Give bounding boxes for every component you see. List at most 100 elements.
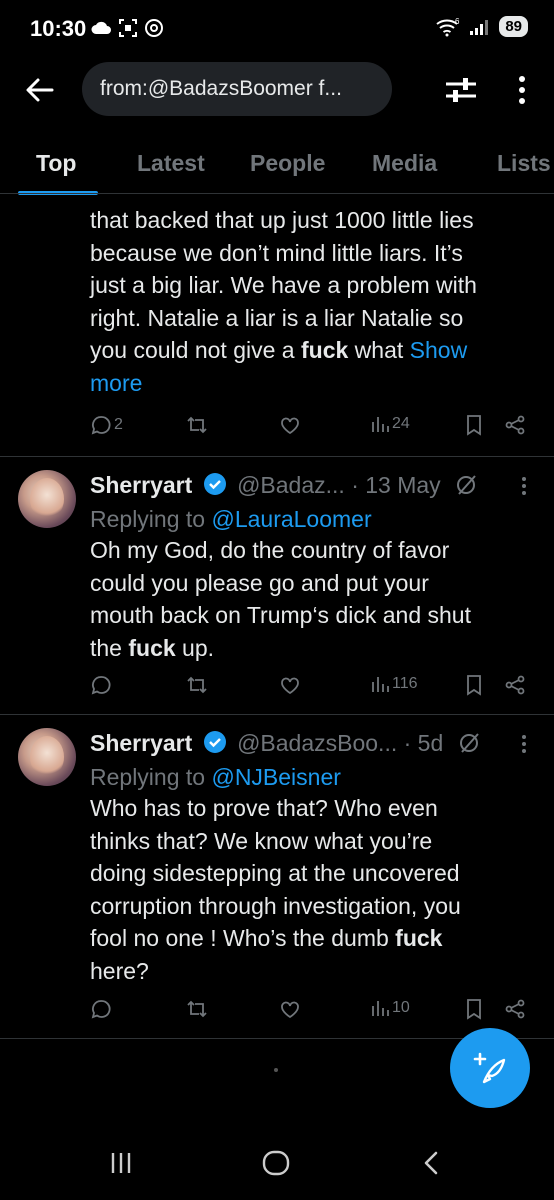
back-arrow-icon[interactable] bbox=[24, 74, 56, 106]
status-time: 10:30 bbox=[30, 16, 87, 41]
tweet-text-bold: fuck bbox=[128, 634, 176, 661]
views-button[interactable]: 10 bbox=[370, 998, 410, 1018]
home-icon[interactable] bbox=[262, 1150, 290, 1176]
search-query: from:@BadazsBoomer f... bbox=[100, 77, 342, 100]
heart-icon bbox=[281, 1001, 299, 1019]
reply-icon bbox=[91, 676, 111, 695]
views-chart-icon bbox=[372, 1001, 389, 1016]
tweet-text-line: thinks that? We know what you’re bbox=[90, 827, 433, 854]
more-options-icon[interactable] bbox=[510, 72, 534, 108]
share-button[interactable] bbox=[504, 674, 526, 696]
views-button[interactable]: 116 bbox=[370, 674, 418, 694]
reply-mention-link[interactable]: @LauraLoomer bbox=[211, 506, 371, 532]
views-count: 24 bbox=[392, 415, 410, 432]
tweet-text-line: right. Natalie a liar is a liar Natalie … bbox=[90, 304, 464, 331]
tweet-menu-icon[interactable] bbox=[514, 732, 534, 756]
compose-feather-icon bbox=[473, 1052, 506, 1084]
compose-post-button[interactable] bbox=[450, 1028, 530, 1108]
retweet-icon bbox=[187, 1000, 207, 1018]
search-input[interactable]: from:@BadazsBoomer f... bbox=[82, 62, 392, 116]
replying-to-prefix: Replying to bbox=[90, 506, 212, 532]
back-nav-icon[interactable] bbox=[420, 1150, 442, 1176]
heart-icon bbox=[281, 417, 299, 435]
show-more-link-continued[interactable]: more bbox=[90, 367, 530, 400]
tweet-text-line: Oh my God, do the country of favor bbox=[90, 537, 450, 563]
like-button[interactable] bbox=[279, 998, 301, 1020]
author-name[interactable]: Sherryart bbox=[90, 472, 192, 498]
author-name[interactable]: Sherryart bbox=[90, 730, 192, 756]
tweet-text-line: just a big liar. We have a problem with bbox=[90, 272, 477, 298]
views-count: 10 bbox=[392, 999, 410, 1016]
status-bar: 10:30 6 89 bbox=[0, 0, 554, 62]
retweet-button[interactable] bbox=[186, 414, 208, 436]
tweet-text-line: the fuck up. bbox=[90, 632, 530, 665]
reply-icon bbox=[91, 416, 111, 435]
tweet-text-line: could you please go and put your bbox=[90, 569, 429, 596]
threads-icon bbox=[145, 19, 163, 37]
retweet-icon bbox=[187, 416, 207, 434]
tweet-3-actions: 10 bbox=[90, 998, 530, 1028]
tweet-2-actions: 116 bbox=[90, 674, 530, 704]
show-more-link[interactable]: Show bbox=[410, 337, 468, 363]
reply-mention-link[interactable]: @NJBeisner bbox=[211, 764, 340, 790]
tweet-2[interactable]: Sherryart @Badaz... · 13 May Replying to… bbox=[0, 456, 554, 714]
like-button[interactable] bbox=[279, 674, 301, 696]
cloud-icon bbox=[91, 21, 111, 34]
tab-latest[interactable]: Latest bbox=[137, 150, 205, 177]
like-button[interactable] bbox=[279, 414, 301, 436]
tweet-text-part: the bbox=[90, 634, 129, 661]
views-chart-icon bbox=[372, 417, 389, 432]
tweet-menu-icon[interactable] bbox=[514, 474, 534, 498]
bookmark-button[interactable] bbox=[464, 998, 484, 1020]
author-handle[interactable]: @Badaz... bbox=[237, 472, 345, 498]
avatar[interactable] bbox=[18, 728, 76, 786]
battery-indicator: 89 bbox=[499, 16, 528, 37]
tweet-text-line: mouth back on Trump‘s dick and shut bbox=[90, 602, 471, 628]
replying-to-prefix: Replying to bbox=[90, 764, 212, 790]
tweet-text-line: Who has to prove that? Who even bbox=[90, 795, 438, 821]
bookmark-icon bbox=[467, 675, 481, 696]
tab-people[interactable]: People bbox=[250, 150, 325, 177]
status-right: 6 89 bbox=[435, 16, 528, 37]
tweet-text-line: because we don’t mind little liars. It’s bbox=[90, 239, 463, 266]
grok-icon[interactable] bbox=[458, 732, 480, 754]
retweet-button[interactable] bbox=[186, 998, 208, 1020]
reply-button[interactable] bbox=[90, 674, 112, 696]
verified-badge-icon bbox=[203, 731, 226, 753]
share-icon bbox=[505, 415, 525, 435]
bookmark-icon bbox=[467, 999, 481, 1020]
tweet-1-body: that backed that up just 1000 little lie… bbox=[90, 204, 530, 399]
tab-media[interactable]: Media bbox=[372, 150, 437, 177]
tweet-2-header: Sherryart @Badaz... · 13 May bbox=[90, 472, 510, 499]
tweet-text-line: doing sidestepping at the uncovered bbox=[90, 860, 460, 886]
screenshot-icon bbox=[119, 19, 137, 37]
recent-apps-icon[interactable] bbox=[108, 1150, 134, 1176]
tweet-1-actions: 2 24 bbox=[90, 414, 530, 444]
wifi-icon: 6 bbox=[436, 17, 460, 36]
tweet-3-body: Who has to prove that? Who even thinks t… bbox=[90, 792, 530, 987]
tweet-3[interactable]: Sherryart @BadazsBoo... · 5d Replying to… bbox=[0, 714, 554, 1038]
reply-button[interactable] bbox=[90, 998, 112, 1020]
search-header: from:@BadazsBoomer f... bbox=[0, 62, 554, 118]
tweet-text-line: corruption through investigation, you bbox=[90, 892, 461, 919]
tweet-1[interactable]: that backed that up just 1000 little lie… bbox=[0, 194, 554, 456]
reply-count: 2 bbox=[114, 416, 123, 433]
views-button[interactable]: 24 bbox=[370, 414, 410, 434]
share-button[interactable] bbox=[504, 414, 526, 436]
bookmark-button[interactable] bbox=[464, 674, 484, 696]
reply-icon bbox=[91, 1000, 111, 1019]
reply-button[interactable]: 2 bbox=[90, 414, 123, 436]
filter-settings-icon[interactable] bbox=[444, 74, 478, 106]
views-count: 116 bbox=[392, 675, 418, 692]
heart-icon bbox=[281, 677, 299, 695]
network-type-label: 6 bbox=[455, 17, 460, 26]
bookmark-button[interactable] bbox=[464, 414, 484, 436]
author-handle[interactable]: @BadazsBoo... bbox=[237, 730, 397, 756]
tab-lists[interactable]: Lists bbox=[497, 150, 551, 177]
bookmark-icon bbox=[467, 415, 481, 436]
grok-icon[interactable] bbox=[455, 474, 477, 496]
share-button[interactable] bbox=[504, 998, 526, 1020]
retweet-button[interactable] bbox=[186, 674, 208, 696]
avatar[interactable] bbox=[18, 470, 76, 528]
tab-top[interactable]: Top bbox=[36, 150, 76, 177]
